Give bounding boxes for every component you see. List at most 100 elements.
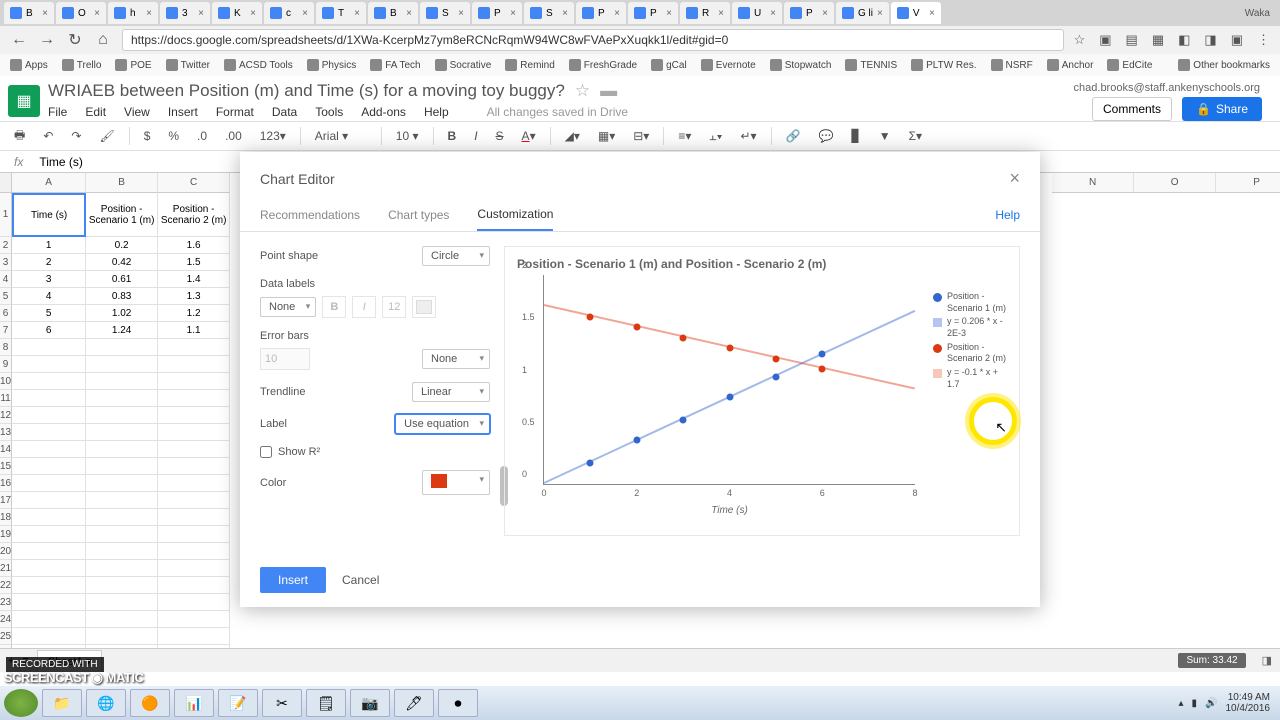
insert-button[interactable]: Insert [260,567,326,593]
chart-button[interactable]: ▊ [847,127,864,145]
paint-format-icon[interactable]: 🖌 [95,127,118,145]
row-header[interactable]: 7 [0,322,12,339]
empty-cell[interactable] [158,373,230,390]
browser-tab[interactable]: V× [891,2,941,24]
tray-net-icon[interactable]: ▮ [1192,698,1198,709]
data-cell[interactable]: 1.02 [86,305,158,322]
halign-button[interactable]: ≡▾ [674,127,695,145]
empty-cell[interactable] [12,407,86,424]
col-header-o[interactable]: O [1134,173,1216,193]
empty-cell[interactable] [12,611,86,628]
font-select[interactable]: Arial ▾ [311,127,371,145]
row-header[interactable]: 22 [0,577,12,594]
label-select[interactable]: Use equation [395,414,490,434]
data-cell[interactable]: 1.24 [86,322,158,339]
star-icon[interactable]: ☆ [575,81,590,101]
row-header[interactable]: 20 [0,543,12,560]
empty-cell[interactable] [86,356,158,373]
snip-icon[interactable]: ✂ [262,689,302,717]
currency-icon[interactable]: $ [140,127,155,145]
row-header[interactable]: 13 [0,424,12,441]
text-color-button[interactable]: A▾ [518,127,540,145]
url-input[interactable]: https://docs.google.com/spreadsheets/d/1… [122,29,1064,51]
tray-clock[interactable]: 10:49 AM 10/4/2016 [1226,692,1271,714]
show-r2-checkbox[interactable] [260,446,272,458]
browser-tab[interactable]: P× [784,2,834,24]
bookmark-item[interactable]: Stopwatch [770,59,832,71]
powerpoint-icon[interactable]: 📊 [174,689,214,717]
font-size-select[interactable]: 10 ▾ [392,127,423,145]
tab-chart-types[interactable]: Chart types [388,200,449,230]
notes-icon[interactable]: 🗒 [306,689,346,717]
col-header-b[interactable]: B [86,173,158,193]
word-icon[interactable]: 📝 [218,689,258,717]
empty-cell[interactable] [158,492,230,509]
row-header[interactable]: 9 [0,356,12,373]
bookmark-item[interactable]: TENNIS [845,59,897,71]
valign-button[interactable]: ⫠▾ [705,127,726,146]
empty-cell[interactable] [158,628,230,645]
borders-button[interactable]: ▦▾ [594,127,619,145]
menu-insert[interactable]: Insert [168,105,198,119]
system-tray[interactable]: ▴ ▮ 🔊 10:49 AM 10/4/2016 [1179,692,1277,714]
empty-cell[interactable] [158,390,230,407]
dec-increase-icon[interactable]: .00 [221,127,246,145]
bookmark-item[interactable]: Anchor [1047,59,1094,71]
explorer-icon[interactable]: 📁 [42,689,82,717]
merge-button[interactable]: ⊟▾ [629,127,653,145]
empty-cell[interactable] [12,509,86,526]
data-cell[interactable]: 0.61 [86,271,158,288]
empty-cell[interactable] [86,390,158,407]
browser-tab[interactable]: K× [212,2,262,24]
empty-cell[interactable] [158,339,230,356]
row-header[interactable]: 14 [0,441,12,458]
browser-tab[interactable]: c× [264,2,314,24]
dec-decrease-icon[interactable]: .0 [193,127,211,145]
strike-button[interactable]: S [492,127,508,145]
data-labels-select[interactable]: None [260,297,316,317]
empty-cell[interactable] [86,458,158,475]
functions-button[interactable]: Σ▾ [905,127,926,145]
ext3-icon[interactable]: ▦ [1152,32,1164,48]
empty-cell[interactable] [86,441,158,458]
empty-cell[interactable] [158,475,230,492]
ext2-icon[interactable]: ▤ [1126,32,1138,48]
data-cell[interactable]: 0.83 [86,288,158,305]
data-cell[interactable]: 2 [12,254,86,271]
header-cell[interactable]: Time (s) [12,193,86,237]
data-cell[interactable]: 1.4 [158,271,230,288]
empty-cell[interactable] [12,475,86,492]
browser-tab[interactable]: P× [576,2,626,24]
empty-cell[interactable] [158,543,230,560]
wrap-button[interactable]: ↵▾ [736,127,760,145]
empty-cell[interactable] [86,373,158,390]
data-cell[interactable]: 0.42 [86,254,158,271]
empty-cell[interactable] [158,577,230,594]
fill-color-button[interactable]: ◢▾ [561,127,584,145]
data-cell[interactable]: 3 [12,271,86,288]
bookmark-item[interactable]: Twitter [166,59,210,71]
error-bars-select[interactable]: None [422,349,490,369]
row-header[interactable]: 3 [0,254,12,271]
data-labels-size[interactable]: 12 [382,296,406,318]
row-header[interactable]: 6 [0,305,12,322]
select-all-corner[interactable] [0,173,12,193]
formula-input[interactable]: Time (s) [33,155,89,169]
data-cell[interactable]: 1.3 [158,288,230,305]
ext6-icon[interactable]: ▣ [1231,32,1243,48]
empty-cell[interactable] [86,526,158,543]
empty-cell[interactable] [12,492,86,509]
browser-tab[interactable]: B× [4,2,54,24]
doc-title[interactable]: WRIAEB between Position (m) and Time (s)… [48,81,565,101]
empty-cell[interactable] [86,492,158,509]
col-header-p[interactable]: P [1216,173,1280,193]
bookmark-item[interactable]: Physics [307,59,356,71]
browser-tab[interactable]: B× [368,2,418,24]
empty-cell[interactable] [158,424,230,441]
home-button[interactable]: ⌂ [94,31,112,49]
empty-cell[interactable] [12,441,86,458]
empty-cell[interactable] [86,543,158,560]
empty-cell[interactable] [12,560,86,577]
data-labels-bold[interactable]: B [322,296,346,318]
empty-cell[interactable] [12,628,86,645]
